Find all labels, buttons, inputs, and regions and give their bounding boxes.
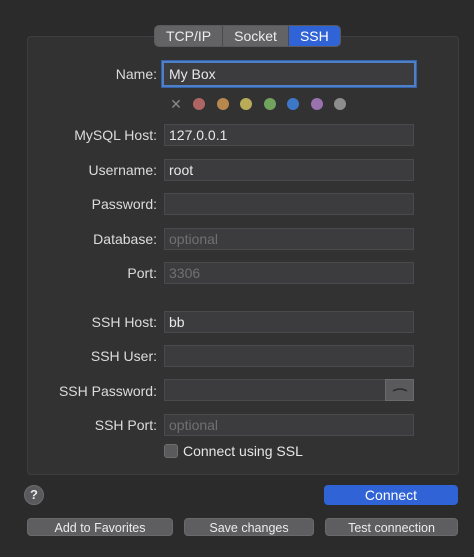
tab-socket[interactable]: Socket <box>223 26 289 46</box>
key-file-button[interactable] <box>385 379 414 401</box>
connection-type-tabs: TCP/IP Socket SSH <box>154 25 341 47</box>
tab-tcp-ip[interactable]: TCP/IP <box>155 26 224 46</box>
ssl-label[interactable]: Connect using SSL <box>183 443 303 459</box>
ssl-checkbox[interactable] <box>164 444 178 458</box>
password-label: Password: <box>91 196 157 212</box>
ssh-port-field[interactable] <box>164 414 414 436</box>
ssh-user-field[interactable] <box>164 345 414 367</box>
clear-color-icon[interactable]: ✕ <box>170 97 182 111</box>
ssh-port-label: SSH Port: <box>94 417 157 433</box>
color-tag-picker: ✕ <box>170 97 358 111</box>
mysql-host-label: MySQL Host: <box>74 127 157 143</box>
mysql-host-field[interactable] <box>164 124 414 146</box>
name-label: Name: <box>115 66 157 82</box>
name-field[interactable] <box>162 61 416 87</box>
connect-button[interactable]: Connect <box>324 485 458 505</box>
ssh-user-label: SSH User: <box>90 348 157 364</box>
color-gray-swatch[interactable] <box>334 98 346 110</box>
port-label: Port: <box>127 265 157 281</box>
color-red-swatch[interactable] <box>193 98 205 110</box>
add-to-favorites-button[interactable]: Add to Favorites <box>27 518 173 536</box>
ssh-host-label: SSH Host: <box>91 314 157 330</box>
password-field[interactable] <box>164 193 414 215</box>
color-yellow-swatch[interactable] <box>240 98 252 110</box>
ssh-password-label: SSH Password: <box>58 383 157 399</box>
color-green-swatch[interactable] <box>263 98 276 110</box>
username-field[interactable] <box>164 159 414 181</box>
color-blue-swatch[interactable] <box>287 98 299 110</box>
port-field[interactable] <box>164 262 414 284</box>
username-label: Username: <box>88 162 157 178</box>
ssh-password-field[interactable] <box>164 379 386 401</box>
ssh-host-field[interactable] <box>164 311 414 333</box>
key-icon <box>392 388 407 392</box>
save-changes-button[interactable]: Save changes <box>184 518 314 536</box>
color-purple-swatch[interactable] <box>310 98 323 110</box>
database-label: Database: <box>93 231 157 247</box>
tab-ssh[interactable]: SSH <box>288 26 340 46</box>
test-connection-button[interactable]: Test connection <box>325 518 458 536</box>
help-button[interactable]: ? <box>24 485 44 505</box>
color-orange-swatch[interactable] <box>216 98 229 110</box>
database-field[interactable] <box>164 228 414 250</box>
